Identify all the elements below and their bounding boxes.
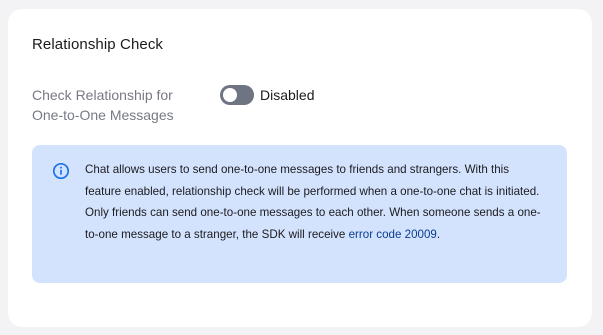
relationship-check-toggle[interactable] (220, 85, 254, 105)
info-trailing-text: . (436, 227, 441, 241)
info-body-text: Chat allows users to send one-to-one mes… (85, 163, 541, 241)
info-circle-icon (52, 162, 70, 180)
info-text: Chat allows users to send one-to-one mes… (85, 159, 545, 245)
relationship-check-card: Relationship Check Check Relationship fo… (8, 9, 592, 327)
section-title: Relationship Check (32, 36, 164, 53)
toggle-status-text: Disabled (260, 87, 315, 103)
error-code-link[interactable]: error code 20009 (349, 228, 437, 241)
toggle-knob (223, 88, 237, 102)
setting-label: Check Relationship for One-to-One Messag… (32, 87, 174, 123)
info-banner: Chat allows users to send one-to-one mes… (32, 145, 567, 283)
